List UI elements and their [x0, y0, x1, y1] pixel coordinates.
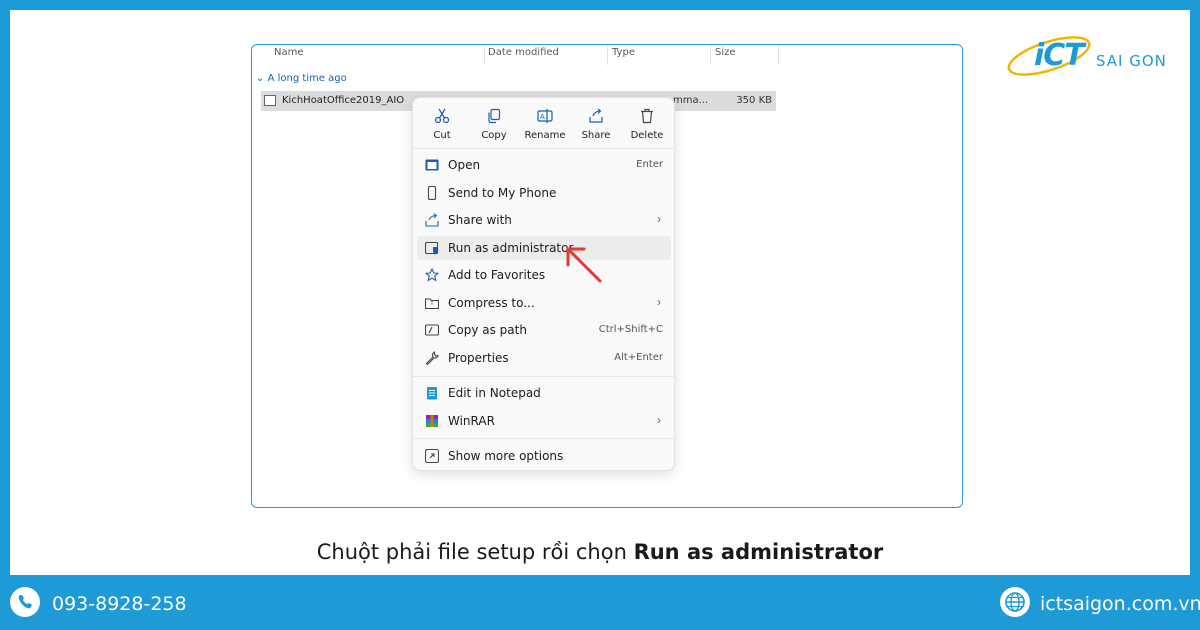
copy-button[interactable]: Copy [468, 98, 520, 148]
chevron-down-icon: ⌄ [256, 73, 268, 84]
file-type: mma... [673, 95, 709, 106]
menu-divider [413, 438, 676, 439]
menu-item-winrar[interactable]: WinRAR › [417, 409, 671, 433]
file-name: KichHoatOffice2019_AIO [282, 95, 405, 106]
group-header-label: A long time ago [267, 73, 347, 84]
chevron-right-icon: › [657, 212, 661, 226]
menu-item-shortcut: Alt+Enter [614, 352, 663, 363]
menu-item-label: Copy as path [448, 323, 527, 337]
menu-item-label: Compress to... [448, 296, 535, 310]
cut-button[interactable]: Cut [416, 98, 468, 148]
phone-icon [427, 186, 437, 200]
notepad-icon [427, 387, 437, 400]
menu-item-open[interactable]: Open Enter [417, 153, 671, 177]
chevron-right-icon: › [657, 413, 661, 427]
group-header[interactable]: ⌄ A long time ago [256, 73, 347, 84]
menu-divider [413, 148, 676, 149]
menu-item-label: Add to Favorites [448, 268, 546, 282]
caption-bold: Run as administrator [633, 540, 884, 564]
chevron-right-icon: › [657, 295, 661, 309]
delete-button[interactable]: Delete [621, 98, 673, 148]
file-icon [264, 95, 276, 106]
column-type[interactable]: Type [612, 47, 635, 58]
menu-item-share-with[interactable]: Share with › [417, 208, 671, 232]
logo-brand: iCT [1034, 38, 1085, 73]
menu-item-label: Open [448, 158, 481, 172]
menu-divider [413, 376, 676, 377]
copy-icon [488, 108, 501, 124]
menu-item-shortcut: Enter [636, 159, 663, 170]
menu-item-label: Show more options [448, 449, 564, 463]
shield-window-icon [425, 241, 439, 255]
column-headers: Name Date modified Type Size [252, 45, 782, 65]
menu-item-label: WinRAR [448, 414, 495, 428]
star-icon [425, 268, 439, 282]
caption: Chuột phải file setup rồi chọn Run as ad… [0, 540, 1200, 564]
column-divider [710, 45, 711, 65]
column-size[interactable]: Size [715, 47, 736, 58]
menu-item-label: Run as administrator [448, 241, 574, 255]
footer-phone[interactable]: 093-8928-258 [52, 593, 187, 615]
logo-sub: SAI GON [1096, 52, 1167, 70]
menu-item-send-to-phone[interactable]: Send to My Phone [417, 181, 671, 205]
share-button[interactable]: Share [570, 98, 622, 148]
delete-label: Delete [630, 130, 664, 141]
menu-item-properties[interactable]: Properties Alt+Enter [417, 346, 671, 370]
menu-item-label: Share with [448, 213, 512, 227]
window-icon [425, 159, 439, 171]
rename-button[interactable]: A Rename [519, 98, 571, 148]
column-divider [484, 45, 485, 65]
svg-text:A: A [540, 113, 545, 121]
caption-text: Chuột phải file setup rồi chọn [316, 540, 634, 564]
wrench-icon [425, 351, 439, 365]
menu-item-compress-to[interactable]: Compress to... › [417, 291, 671, 315]
menu-item-show-more-options[interactable]: Show more options [417, 444, 671, 468]
footer-website[interactable]: ictsaigon.com.vn [1040, 593, 1200, 615]
share-icon [425, 213, 439, 227]
menu-item-edit-in-notepad[interactable]: Edit in Notepad [417, 381, 671, 405]
rename-icon: A [537, 109, 553, 123]
winrar-icon [426, 415, 438, 427]
menu-item-run-as-administrator[interactable]: Run as administrator [417, 236, 671, 260]
column-divider [607, 45, 608, 65]
path-icon [425, 324, 439, 336]
file-size: 350 KB [736, 95, 772, 106]
globe-icon [1000, 587, 1030, 617]
cut-label: Cut [433, 130, 451, 141]
phone-icon [10, 587, 40, 617]
menu-item-shortcut: Ctrl+Shift+C [598, 324, 663, 335]
menu-item-label: Edit in Notepad [448, 386, 541, 400]
more-options-icon [425, 449, 439, 463]
column-divider [778, 45, 779, 65]
red-arrow-icon [566, 247, 602, 283]
share-icon [589, 108, 603, 123]
trash-icon [641, 108, 653, 124]
context-menu: Cut Copy A Rename Share Delete Open Ente… [412, 97, 676, 471]
column-date-modified[interactable]: Date modified [488, 47, 559, 58]
share-label: Share [581, 130, 611, 141]
zip-folder-icon [425, 298, 439, 310]
menu-item-copy-as-path[interactable]: Copy as path Ctrl+Shift+C [417, 318, 671, 342]
scissors-icon [434, 108, 450, 124]
menu-item-label: Send to My Phone [448, 186, 557, 200]
rename-label: Rename [524, 130, 566, 141]
copy-label: Copy [481, 130, 507, 141]
menu-item-add-to-favorites[interactable]: Add to Favorites [417, 263, 671, 287]
column-name[interactable]: Name [274, 47, 304, 58]
menu-item-label: Properties [448, 351, 509, 365]
ict-saigon-logo: iCT SAI GON [1004, 18, 1184, 88]
